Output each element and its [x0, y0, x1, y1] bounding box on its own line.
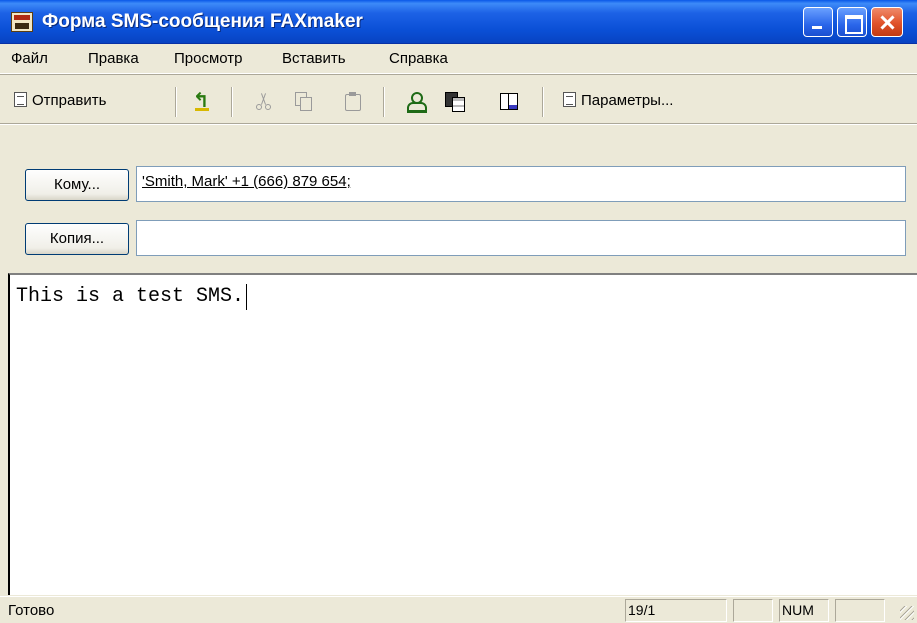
options-button[interactable]: Параметры...	[563, 89, 673, 113]
send-doc-icon	[14, 92, 27, 107]
cut-icon[interactable]	[254, 91, 274, 111]
maximize-button[interactable]	[837, 7, 867, 37]
reply-icon[interactable]: ↰	[191, 91, 211, 111]
message-body-text: This is a test SMS.	[16, 284, 248, 310]
title-bar[interactable]: Форма SMS-сообщения FAXmaker	[0, 0, 917, 44]
status-scrl	[835, 599, 885, 622]
message-body-editor[interactable]: This is a test SMS.	[8, 273, 917, 595]
fax-app-icon[interactable]	[11, 12, 33, 32]
menu-edit[interactable]: Правка	[88, 50, 139, 68]
status-bar: Готово 19/1 NUM	[0, 596, 917, 623]
copy-icon[interactable]	[293, 91, 313, 111]
window-title: Форма SMS-сообщения FAXmaker	[42, 11, 363, 32]
menu-bar: Файл Правка Просмотр Вставить Справка	[0, 44, 917, 74]
to-field[interactable]: 'Smith, Mark' +1 (666) 879 654;	[136, 166, 906, 202]
text-caret	[246, 284, 248, 310]
status-position: 19/1	[625, 599, 727, 622]
message-body-content: This is a test SMS.	[16, 285, 245, 308]
toolbar-separator	[175, 87, 177, 117]
menu-insert[interactable]: Вставить	[282, 50, 346, 68]
to-recipient[interactable]: 'Smith, Mark' +1 (666) 879 654;	[142, 173, 351, 190]
status-num: NUM	[779, 599, 829, 622]
menu-file[interactable]: Файл	[11, 50, 48, 68]
sms-form-window: Форма SMS-сообщения FAXmaker Файл Правка…	[0, 0, 917, 623]
minimize-button[interactable]	[803, 7, 833, 37]
close-button[interactable]	[871, 7, 903, 37]
cc-button[interactable]: Копия...	[25, 223, 129, 255]
resize-grip[interactable]	[900, 606, 914, 620]
status-caps	[733, 599, 773, 622]
send-label: Отправить	[32, 92, 107, 109]
address-book-icon[interactable]	[444, 91, 465, 112]
to-button[interactable]: Кому...	[25, 169, 129, 201]
phonebook-icon[interactable]	[499, 91, 519, 111]
paste-icon[interactable]	[343, 91, 363, 111]
menu-help[interactable]: Справка	[389, 50, 448, 68]
options-label: Параметры...	[581, 92, 674, 109]
toolbar-separator	[231, 87, 233, 117]
options-doc-icon	[563, 92, 576, 107]
toolbar-separator	[542, 87, 544, 117]
contact-person-icon[interactable]	[405, 91, 427, 113]
menu-view[interactable]: Просмотр	[174, 50, 243, 68]
toolbar: Отправить ↰ Параметры...	[0, 76, 917, 124]
send-button[interactable]: Отправить	[14, 89, 106, 113]
cc-field[interactable]	[136, 220, 906, 256]
status-text: Готово	[8, 602, 55, 619]
toolbar-separator	[383, 87, 385, 117]
